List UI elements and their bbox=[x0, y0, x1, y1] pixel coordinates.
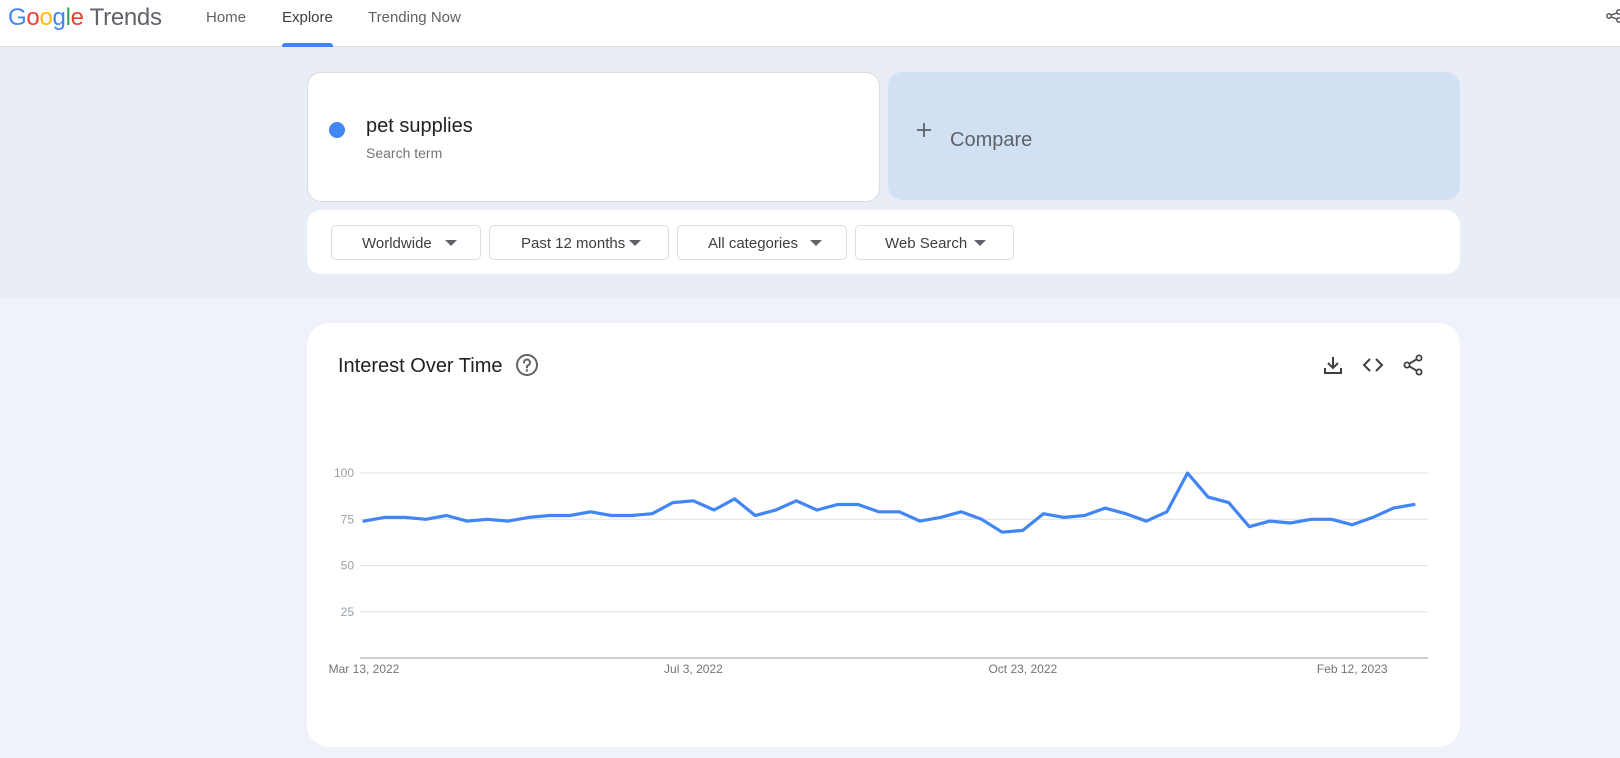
data-point bbox=[650, 512, 654, 516]
data-point bbox=[1206, 495, 1210, 499]
data-point bbox=[1000, 530, 1004, 534]
data-point bbox=[836, 502, 840, 506]
term-color-dot bbox=[329, 122, 345, 138]
top-bar: Google Trends Home Explore Trending Now bbox=[0, 0, 1620, 47]
data-point bbox=[609, 514, 613, 518]
data-point bbox=[403, 515, 407, 519]
data-point bbox=[856, 502, 860, 506]
data-point bbox=[1103, 506, 1107, 510]
data-point bbox=[1330, 517, 1334, 521]
data-point bbox=[897, 510, 901, 514]
y-tick-label: 25 bbox=[341, 605, 355, 619]
data-point bbox=[1309, 517, 1313, 521]
interest-over-time-card: Interest Over Time 100 75 50 25 Mar 13, 2022… bbox=[307, 323, 1460, 747]
compare-button[interactable]: Compare bbox=[888, 72, 1460, 200]
data-point bbox=[1144, 519, 1148, 523]
logo-product: Trends bbox=[89, 4, 162, 31]
series-line-pet-supplies bbox=[362, 471, 1416, 534]
category-label: All categories bbox=[708, 235, 799, 252]
data-point bbox=[383, 515, 387, 519]
y-tick-label: 50 bbox=[341, 559, 355, 573]
data-point bbox=[1412, 502, 1416, 506]
data-point bbox=[877, 510, 881, 514]
data-point bbox=[712, 508, 716, 512]
data-point bbox=[486, 517, 490, 521]
data-point bbox=[1083, 514, 1087, 518]
data-point bbox=[424, 517, 428, 521]
x-tick-label: Jul 3, 2022 bbox=[664, 662, 723, 676]
data-point bbox=[1371, 515, 1375, 519]
data-point bbox=[1391, 506, 1395, 510]
compare-label: Compare bbox=[950, 129, 1033, 151]
data-point bbox=[938, 515, 942, 519]
region-label: Worldwide bbox=[362, 235, 432, 252]
data-point bbox=[1288, 521, 1292, 525]
category-dropdown[interactable]: All categories bbox=[677, 225, 847, 260]
time-range-dropdown[interactable]: Past 12 months bbox=[489, 225, 669, 260]
data-point bbox=[588, 510, 592, 514]
data-point bbox=[1041, 512, 1045, 516]
data-point bbox=[465, 519, 469, 523]
data-point bbox=[630, 514, 634, 518]
interest-line-chart[interactable]: 100 75 50 25 Mar 13, 2022 Jul 3, 2022 Oct 23, … bbox=[307, 323, 1460, 747]
x-tick-label: Oct 23, 2022 bbox=[988, 662, 1057, 676]
data-point bbox=[794, 499, 798, 503]
x-tick-label: Mar 13, 2022 bbox=[329, 662, 400, 676]
data-point bbox=[527, 515, 531, 519]
y-tick-label: 100 bbox=[334, 466, 354, 480]
data-point bbox=[1186, 471, 1190, 475]
search-term-type: Search term bbox=[366, 145, 443, 161]
data-point bbox=[774, 508, 778, 512]
search-property-label: Web Search bbox=[885, 235, 968, 252]
data-point bbox=[1247, 525, 1251, 529]
data-point bbox=[815, 508, 819, 512]
data-point bbox=[547, 514, 551, 518]
search-term[interactable]: pet supplies bbox=[366, 115, 473, 138]
x-tick-label: Feb 12, 2023 bbox=[1317, 662, 1388, 676]
nav-trending-now[interactable]: Trending Now bbox=[368, 0, 461, 47]
data-point bbox=[1350, 523, 1354, 527]
data-point bbox=[959, 510, 963, 514]
data-point bbox=[506, 519, 510, 523]
data-point bbox=[568, 514, 572, 518]
data-point bbox=[980, 517, 984, 521]
region-dropdown[interactable]: Worldwide bbox=[331, 225, 481, 260]
data-point bbox=[733, 497, 737, 501]
data-point bbox=[444, 514, 448, 518]
data-point bbox=[1268, 519, 1272, 523]
google-trends-logo[interactable]: Google Trends bbox=[8, 4, 162, 32]
data-point bbox=[1124, 512, 1128, 516]
data-point bbox=[671, 501, 675, 505]
nav-explore[interactable]: Explore bbox=[282, 0, 333, 47]
data-point bbox=[1227, 501, 1231, 505]
filter-bar: Worldwide Past 12 months All categories … bbox=[307, 210, 1460, 274]
y-tick-label: 75 bbox=[341, 512, 355, 526]
data-point bbox=[1021, 528, 1025, 532]
chevron-down-icon bbox=[629, 240, 641, 246]
search-property-dropdown[interactable]: Web Search bbox=[855, 225, 1014, 260]
logo-wordmark: Google bbox=[8, 4, 84, 31]
data-point bbox=[691, 499, 695, 503]
data-point bbox=[753, 514, 757, 518]
nav-home[interactable]: Home bbox=[206, 0, 246, 47]
plus-icon bbox=[917, 123, 931, 137]
data-point bbox=[1165, 510, 1169, 514]
search-term-card[interactable]: pet supplies Search term bbox=[307, 72, 880, 202]
data-point bbox=[1062, 515, 1066, 519]
time-range-label: Past 12 months bbox=[521, 235, 626, 252]
chevron-down-icon bbox=[810, 240, 822, 246]
chevron-down-icon bbox=[974, 240, 986, 246]
data-point bbox=[918, 519, 922, 523]
data-point bbox=[362, 519, 366, 523]
chevron-down-icon bbox=[445, 240, 457, 246]
share-icon[interactable] bbox=[1606, 6, 1620, 26]
